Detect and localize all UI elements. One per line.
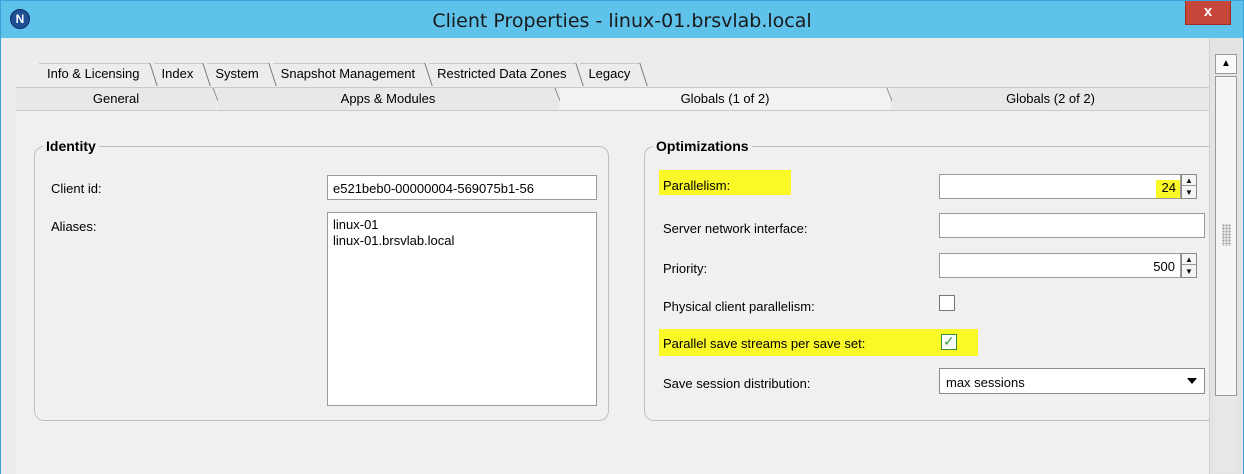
aliases-label: Aliases: — [51, 219, 97, 234]
tab-apps-modules[interactable]: Apps & Modules — [218, 88, 565, 111]
tab-globals-2-label: Globals (2 of 2) — [1006, 91, 1095, 106]
list-item[interactable]: linux-01.brsvlab.local — [333, 233, 591, 249]
tab-strip-bottom: General Apps & Modules Globals (1 of 2) … — [16, 87, 1209, 111]
server-nic-field[interactable] — [939, 213, 1205, 238]
tab-globals-1[interactable]: Globals (1 of 2) — [560, 88, 897, 111]
priority-spinner[interactable]: ▲ ▼ — [1181, 253, 1197, 278]
tab-legacy[interactable]: Legacy — [580, 63, 641, 84]
server-nic-label: Server network interface: — [663, 221, 808, 236]
save-session-label: Save session distribution: — [663, 376, 811, 391]
arrow-up-icon[interactable]: ▲ — [1215, 54, 1237, 74]
tab-system[interactable]: System — [207, 63, 270, 84]
tab-info-licensing[interactable]: Info & Licensing — [39, 63, 150, 84]
parallelism-spinner[interactable]: ▲ ▼ — [1181, 174, 1197, 199]
globals-panel: Identity Client id: e521beb0-00000004-56… — [16, 110, 1209, 474]
priority-field[interactable]: 500 — [939, 253, 1181, 278]
window-title: Client Properties - linux-01.brsvlab.loc… — [432, 10, 812, 32]
tab-strip-top: Info & Licensing Index System Snapshot M… — [39, 63, 644, 84]
tab-general[interactable]: General — [16, 88, 223, 111]
title-bar[interactable]: N Client Properties - linux-01.brsvlab.l… — [1, 1, 1243, 38]
parallelism-label: Parallelism: — [659, 170, 791, 195]
physical-parallelism-checkbox[interactable] — [939, 295, 955, 311]
client-id-label: Client id: — [51, 181, 102, 196]
list-item[interactable]: linux-01 — [333, 217, 591, 233]
grip-icon — [1222, 224, 1231, 246]
tab-snapshot-management[interactable]: Snapshot Management — [272, 63, 426, 84]
parallelism-value: 24 — [1155, 180, 1180, 198]
arrow-up-icon[interactable]: ▲ — [1182, 254, 1196, 265]
close-button[interactable]: x — [1185, 1, 1231, 25]
check-icon: ✓ — [943, 333, 955, 349]
save-session-dropdown[interactable]: max sessions — [939, 368, 1205, 394]
physical-parallelism-label: Physical client parallelism: — [663, 299, 815, 314]
arrow-down-icon[interactable]: ▼ — [1182, 187, 1196, 198]
dialog-content: Info & Licensing Index System Snapshot M… — [1, 38, 1209, 474]
client-properties-window: N Client Properties - linux-01.brsvlab.l… — [0, 0, 1244, 474]
tab-index[interactable]: Index — [153, 63, 204, 84]
optimizations-group-title: Optimizations — [653, 138, 752, 154]
identity-group-title: Identity — [43, 138, 99, 154]
chevron-down-icon — [1187, 378, 1197, 384]
aliases-list[interactable]: linux-01 linux-01.brsvlab.local — [327, 212, 597, 406]
scroll-thumb[interactable] — [1215, 76, 1237, 396]
parallel-streams-label: Parallel save streams per save set: — [659, 329, 978, 356]
parallel-streams-checkbox[interactable]: ✓ — [941, 333, 957, 350]
tab-apps-modules-label: Apps & Modules — [340, 91, 436, 106]
arrow-down-icon[interactable]: ▼ — [1182, 266, 1196, 277]
save-session-value: max sessions — [946, 375, 1025, 390]
tab-general-label: General — [92, 91, 140, 106]
vertical-scrollbar[interactable]: ▲ — [1209, 38, 1243, 474]
parallelism-field[interactable]: 24 — [939, 174, 1181, 199]
tab-globals-2[interactable]: Globals (2 of 2) — [892, 88, 1209, 111]
arrow-up-icon[interactable]: ▲ — [1182, 175, 1196, 186]
client-id-field[interactable]: e521beb0-00000004-569075b1-56 — [327, 175, 597, 200]
priority-label: Priority: — [663, 261, 708, 276]
tab-restricted-data-zones[interactable]: Restricted Data Zones — [429, 63, 577, 84]
tab-globals-1-label: Globals (1 of 2) — [680, 91, 770, 106]
